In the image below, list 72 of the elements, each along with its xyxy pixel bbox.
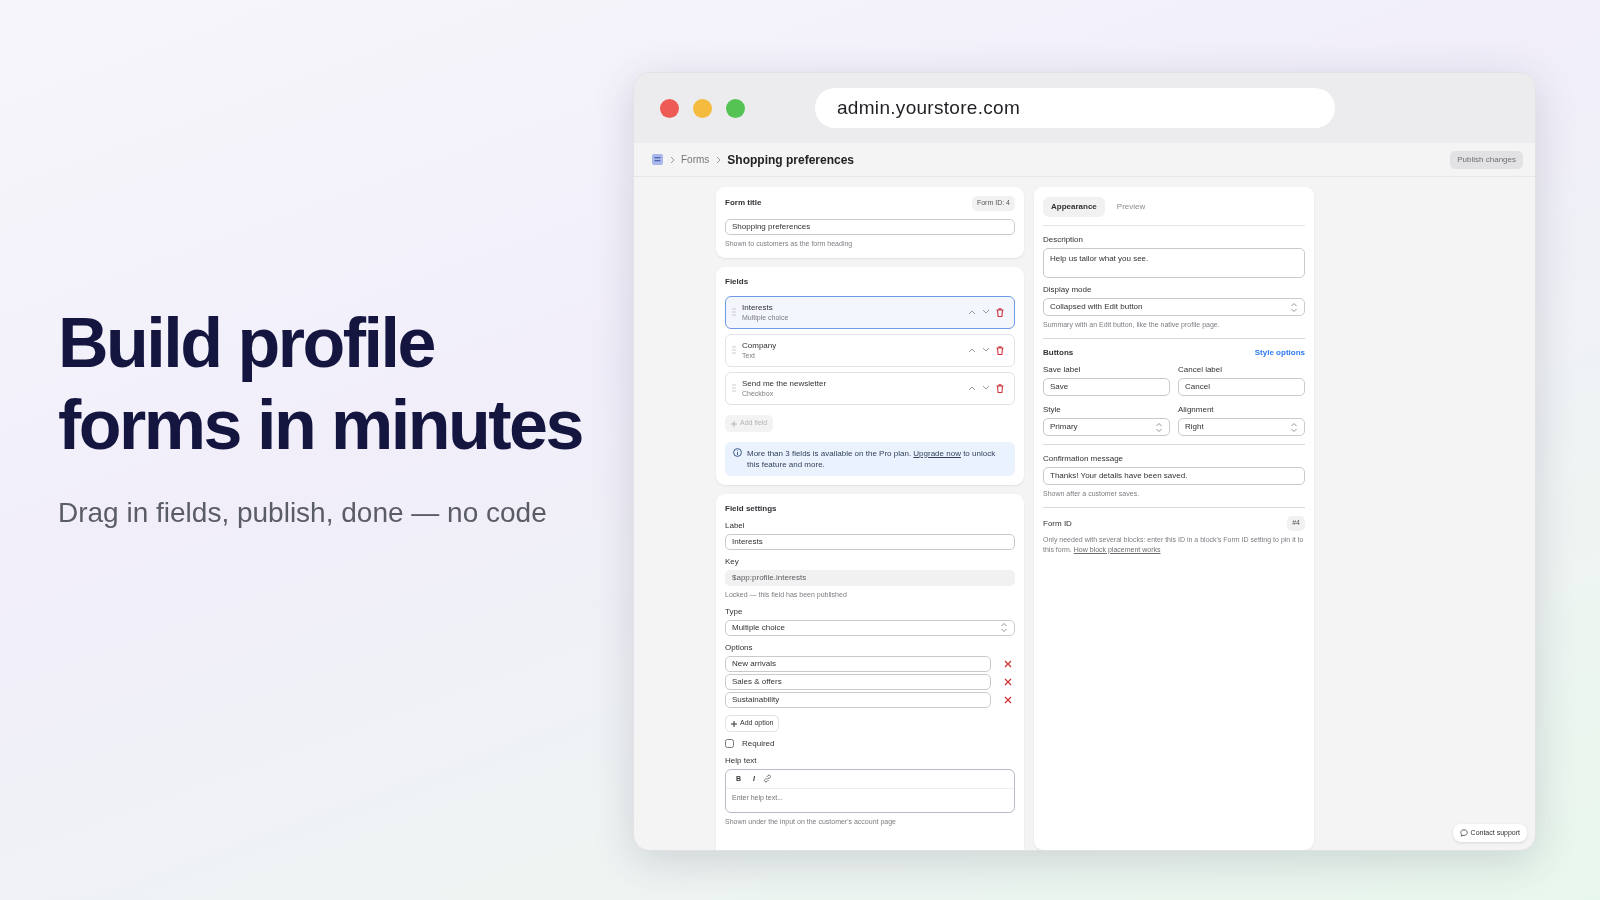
field-label: Key	[725, 555, 740, 568]
field-label: Type	[725, 605, 744, 618]
select-arrows-icon	[1155, 421, 1163, 433]
section-title: Field settings	[725, 502, 778, 515]
field-label: Help text	[725, 754, 758, 767]
select-field[interactable]: Collapsed with Edit button	[1043, 298, 1305, 316]
card-title: Form title	[725, 197, 762, 210]
field-label: Label	[725, 519, 746, 532]
checkbox-label: Required	[742, 737, 775, 749]
select-field[interactable]: Multiple choice	[725, 619, 1015, 636]
label-field[interactable]: Interests	[725, 533, 1015, 550]
upgrade-link[interactable]: Upgrade now	[913, 448, 961, 458]
field-label: Confirmation message	[1043, 453, 1125, 465]
trash-icon[interactable]	[996, 307, 1004, 317]
chevron-up-icon[interactable]	[968, 309, 976, 315]
select-arrows-icon	[1290, 421, 1298, 433]
subtitle: Drag in fields, publish, done — no code	[58, 496, 548, 530]
minimize-button[interactable]	[693, 98, 712, 118]
section-title: Fields	[725, 275, 750, 288]
chevron-up-icon[interactable]	[968, 385, 976, 391]
field-name: Send me the newsletter	[742, 377, 828, 389]
trash-icon[interactable]	[996, 383, 1004, 393]
confirmation-field[interactable]: Thanks! Your details have been saved.	[1043, 467, 1305, 485]
title-field[interactable]: Shopping preferences	[725, 218, 1015, 235]
select-arrows-icon	[1000, 622, 1008, 633]
cancel-label-field[interactable]: Cancel	[1178, 378, 1305, 396]
select-field[interactable]: Right	[1178, 418, 1305, 436]
close-button[interactable]	[660, 98, 679, 118]
page-title: Shopping preferences	[727, 151, 855, 169]
chevron-down-icon[interactable]	[982, 385, 990, 391]
option-field[interactable]: Sales & offers	[725, 673, 991, 690]
select-arrows-icon	[1290, 301, 1298, 313]
field-label: Cancel label	[1178, 364, 1224, 376]
field-label: Alignment	[1178, 404, 1215, 416]
chevron-down-icon[interactable]	[982, 309, 990, 315]
app-icon[interactable]	[652, 154, 663, 165]
field-name: Interests	[742, 301, 774, 313]
chat-icon	[1459, 828, 1468, 837]
breadcrumb-link[interactable]: Forms	[681, 152, 710, 167]
field-label: Style	[1043, 404, 1062, 416]
remove-icon[interactable]	[1004, 659, 1012, 668]
field-label: Save label	[1043, 364, 1082, 376]
plus-icon	[731, 720, 737, 727]
address-bar[interactable]: admin.yourstore.com	[815, 88, 1335, 128]
field-name: Company	[742, 339, 778, 351]
save-label-field[interactable]: Save	[1043, 378, 1170, 396]
select-field[interactable]: Primary	[1043, 418, 1170, 436]
trash-icon[interactable]	[996, 345, 1004, 355]
remove-icon[interactable]	[1004, 695, 1012, 704]
notice-text: More than 3 fields is available on the Pro plan. Upgrade now to unlock this feature and more.	[747, 447, 997, 470]
chevron-up-icon[interactable]	[968, 347, 976, 353]
section-title: Buttons	[1043, 347, 1074, 359]
chevron-icon	[669, 155, 675, 164]
info-icon	[733, 447, 742, 457]
option-field[interactable]: New arrivals	[725, 655, 991, 672]
option-field[interactable]: Sustainability	[725, 691, 991, 708]
required-checkbox[interactable]	[725, 738, 734, 748]
field-label: Display mode	[1043, 284, 1093, 296]
plus-icon	[731, 420, 737, 427]
tab[interactable]: Appearance	[1043, 197, 1105, 217]
tab[interactable]: Preview	[1108, 197, 1154, 217]
chevron-icon	[715, 155, 722, 164]
chevron-down-icon[interactable]	[982, 347, 990, 353]
maximize-button[interactable]	[726, 98, 745, 118]
remove-icon[interactable]	[1004, 677, 1012, 686]
link-icon[interactable]	[763, 774, 772, 784]
section-title: Form ID	[1043, 517, 1072, 529]
description-field[interactable]: Help us tailor what you see.	[1043, 248, 1305, 278]
headline: Build profile forms in minutes	[58, 303, 583, 466]
field-label: Description	[1043, 234, 1084, 246]
field-label: Options	[725, 641, 754, 654]
style-options-link[interactable]: Style options	[1254, 347, 1305, 359]
